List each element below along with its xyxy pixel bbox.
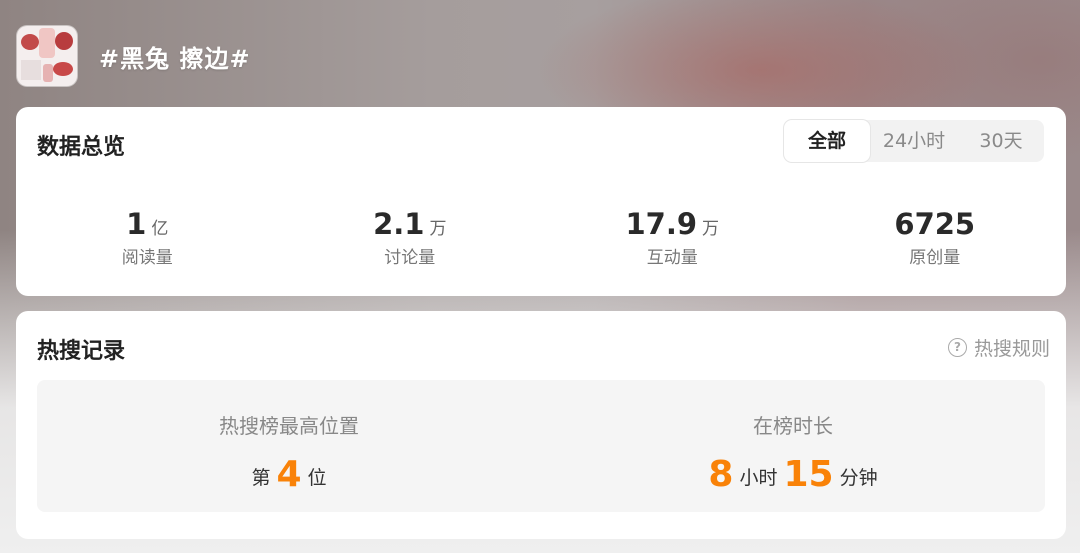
time-range-tabs: 全部 24小时 30天 bbox=[784, 120, 1044, 162]
stat-value: 2.1 bbox=[373, 207, 425, 241]
hot-search-card: 热搜记录 ? 热搜规则 热搜榜最高位置 第4位 在榜时长 8 小时 15 分钟 bbox=[16, 311, 1066, 539]
hot-search-rules-link[interactable]: ? 热搜规则 bbox=[947, 334, 1050, 361]
duration-hours: 8 bbox=[708, 454, 734, 495]
topic-title: #黑兔 擦边# bbox=[99, 44, 251, 73]
hot-search-title: 热搜记录 bbox=[37, 339, 126, 364]
stat-value: 17.9 bbox=[625, 207, 698, 241]
stat-value: 6725 bbox=[894, 207, 976, 241]
position-value: 4 bbox=[276, 454, 302, 495]
tab-all[interactable]: 全部 bbox=[784, 120, 870, 162]
stat-label: 原创量 bbox=[909, 248, 961, 268]
stat-reads: 1亿 阅读量 bbox=[16, 207, 279, 268]
stat-interactions: 17.9 万 互动量 bbox=[541, 207, 804, 268]
topic-header: #黑兔 擦边# bbox=[17, 26, 251, 86]
stat-label: 阅读量 bbox=[121, 248, 173, 268]
overview-stats: 1亿 阅读量 2.1 万 讨论量 17.9 万 互动量 6725 原创量 bbox=[16, 207, 1066, 268]
stat-value: 1 bbox=[126, 207, 147, 241]
data-overview-card: 数据总览 全部 24小时 30天 1亿 阅读量 2.1 万 讨论量 17.9 万 互… bbox=[16, 107, 1066, 296]
stat-unit: 万 bbox=[429, 219, 447, 239]
tab-24h[interactable]: 24小时 bbox=[870, 120, 958, 162]
highest-position: 热搜榜最高位置 第4位 bbox=[37, 380, 541, 512]
tab-30d[interactable]: 30天 bbox=[958, 120, 1044, 162]
stat-unit: 亿 bbox=[151, 219, 169, 239]
stat-label: 互动量 bbox=[646, 248, 698, 268]
duration-hours-unit: 小时 bbox=[739, 467, 778, 489]
duration-label: 在榜时长 bbox=[753, 414, 833, 438]
stat-unit: 万 bbox=[702, 219, 720, 239]
topic-thumbnail[interactable] bbox=[17, 26, 77, 86]
duration-minutes-unit: 分钟 bbox=[839, 467, 878, 489]
stat-originals: 6725 原创量 bbox=[804, 207, 1067, 268]
duration-minutes: 15 bbox=[783, 454, 834, 495]
position-prefix: 第 bbox=[251, 467, 271, 489]
position-suffix: 位 bbox=[307, 467, 327, 489]
question-icon: ? bbox=[947, 338, 967, 357]
highest-position-label: 热搜榜最高位置 bbox=[219, 414, 359, 438]
on-list-duration: 在榜时长 8 小时 15 分钟 bbox=[541, 380, 1045, 512]
stat-discussions: 2.1 万 讨论量 bbox=[279, 207, 542, 268]
stat-label: 讨论量 bbox=[384, 248, 436, 268]
hot-search-stats: 热搜榜最高位置 第4位 在榜时长 8 小时 15 分钟 bbox=[37, 380, 1045, 512]
overview-title: 数据总览 bbox=[37, 135, 126, 160]
rules-label: 热搜规则 bbox=[973, 338, 1050, 360]
